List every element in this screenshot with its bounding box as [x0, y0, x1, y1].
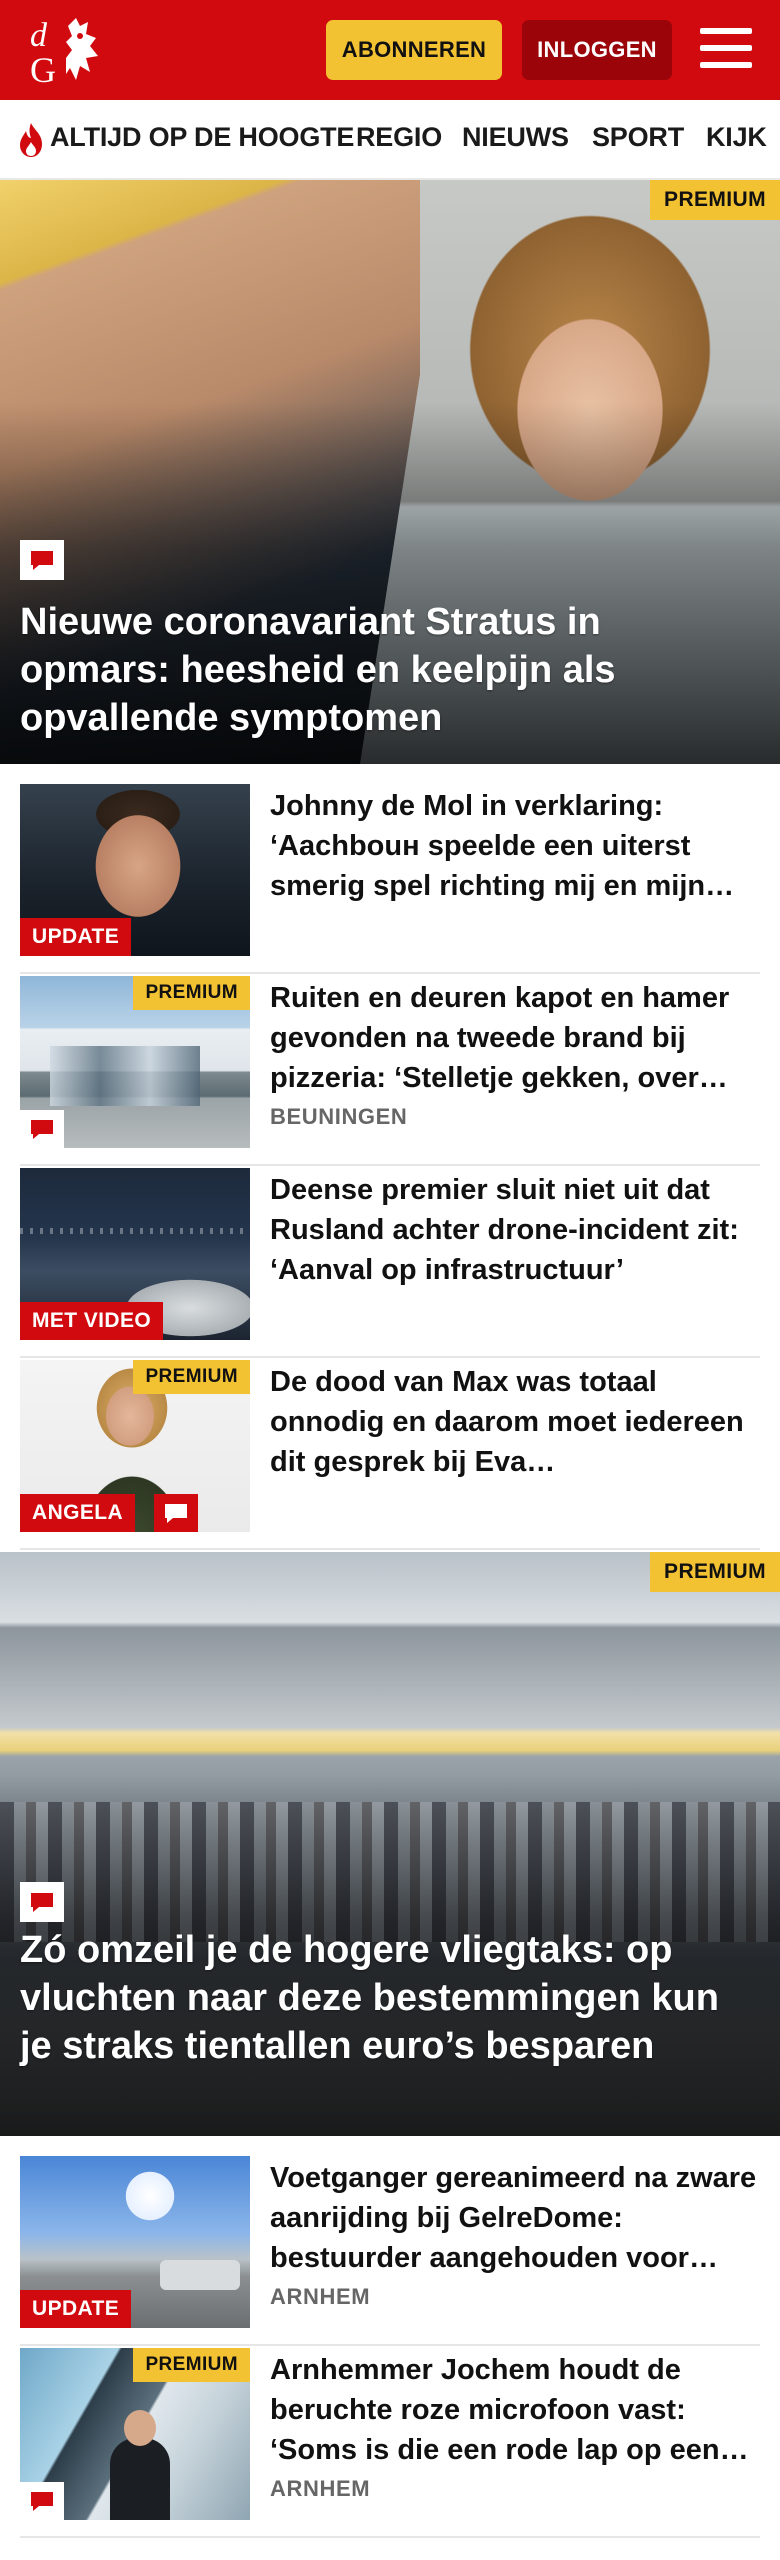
author-label: ANGELA [20, 1494, 136, 1532]
login-button[interactable]: INLOGGEN [522, 20, 672, 80]
nav-item-sport[interactable]: SPORT [592, 122, 684, 153]
dg-logo[interactable]: d G [22, 12, 118, 90]
article-title[interactable]: De dood van Max was totaal onnodig en da… [270, 1362, 760, 1482]
article-title[interactable]: Arnhemmer Jochem houdt de beruchte roze … [270, 2350, 760, 2470]
flame-icon [20, 123, 42, 157]
region-label: ARNHEM [270, 2476, 371, 2501]
article-title[interactable]: Deense premier sluit niet uit dat Ruslan… [270, 1170, 760, 1290]
hero-article[interactable]: PREMIUM Nieuwe coronavariant Stratus in … [0, 180, 780, 764]
nav-item-kijk[interactable]: KIJK [706, 122, 767, 153]
article-thumbnail: UPDATE [20, 784, 250, 956]
comment-icon [20, 1882, 64, 1922]
article-thumbnail: PREMIUM [20, 2348, 250, 2520]
article-title[interactable]: Voetganger gereanimeerd na zware aanrijd… [270, 2158, 760, 2278]
premium-badge: PREMIUM [133, 2348, 250, 2382]
top-bar: d G ABONNEREN INLOGGEN [0, 0, 780, 100]
section-nav: ALTIJD OP DE HOOGTE REGIO NIEUWS SPORT K… [0, 100, 780, 180]
article-thumbnail: PREMIUM ANGELA [20, 1360, 250, 1532]
hero-title[interactable]: Nieuwe coronavariant Stratus in opmars: … [20, 598, 756, 742]
subscribe-button[interactable]: ABONNEREN [326, 20, 502, 80]
list-item[interactable]: PREMIUM ANGELA De dood van Max was totaa… [20, 1360, 760, 1550]
comment-icon [20, 540, 64, 580]
hero-article[interactable]: PREMIUM Zó omzeil je de hogere vliegtaks… [0, 1552, 780, 2136]
svg-text:G: G [30, 50, 56, 88]
article-thumbnail: UPDATE [20, 2156, 250, 2328]
article-title[interactable]: Ruiten en deuren kapot en hamer gevonden… [270, 978, 760, 1098]
list-item[interactable]: UPDATE Johnny de Mol in verklaring: ‘Aac… [20, 784, 760, 974]
svg-text:d: d [30, 17, 48, 54]
list-item[interactable]: MET VIDEO Deense premier sluit niet uit … [20, 1168, 760, 1358]
premium-badge: PREMIUM [650, 1552, 780, 1592]
nav-item-regio[interactable]: REGIO [356, 122, 442, 153]
comment-icon [20, 1110, 64, 1148]
hero-title[interactable]: Zó omzeil je de hogere vliegtaks: op vlu… [20, 1926, 756, 2070]
list-item[interactable]: PREMIUM Ruiten en deuren kapot en hamer … [20, 976, 760, 1166]
article-thumbnail: MET VIDEO [20, 1168, 250, 1340]
comment-icon [154, 1494, 198, 1532]
video-label: MET VIDEO [20, 1302, 164, 1340]
article-thumbnail: PREMIUM [20, 976, 250, 1148]
update-label: UPDATE [20, 2290, 132, 2328]
region-label: ARNHEM [270, 2284, 371, 2309]
dg-logo-icon: d G [30, 17, 98, 90]
premium-badge: PREMIUM [133, 976, 250, 1010]
list-item[interactable]: PREMIUM Arnhemmer Jochem houdt de beruch… [20, 2348, 760, 2538]
menu-icon[interactable] [700, 24, 752, 72]
region-label: BEUNINGEN [270, 1104, 408, 1129]
nav-item-nieuws[interactable]: NIEUWS [462, 122, 569, 153]
nav-item-altijd-op-de-hoogte[interactable]: ALTIJD OP DE HOOGTE [50, 122, 354, 153]
premium-badge: PREMIUM [650, 180, 780, 220]
article-title[interactable]: Johnny de Mol in verklaring: ‘Aachbouн s… [270, 786, 760, 906]
premium-badge: PREMIUM [133, 1360, 250, 1394]
list-item[interactable]: UPDATE Voetganger gereanimeerd na zware … [20, 2156, 760, 2346]
update-label: UPDATE [20, 918, 132, 956]
comment-icon [20, 2482, 64, 2520]
